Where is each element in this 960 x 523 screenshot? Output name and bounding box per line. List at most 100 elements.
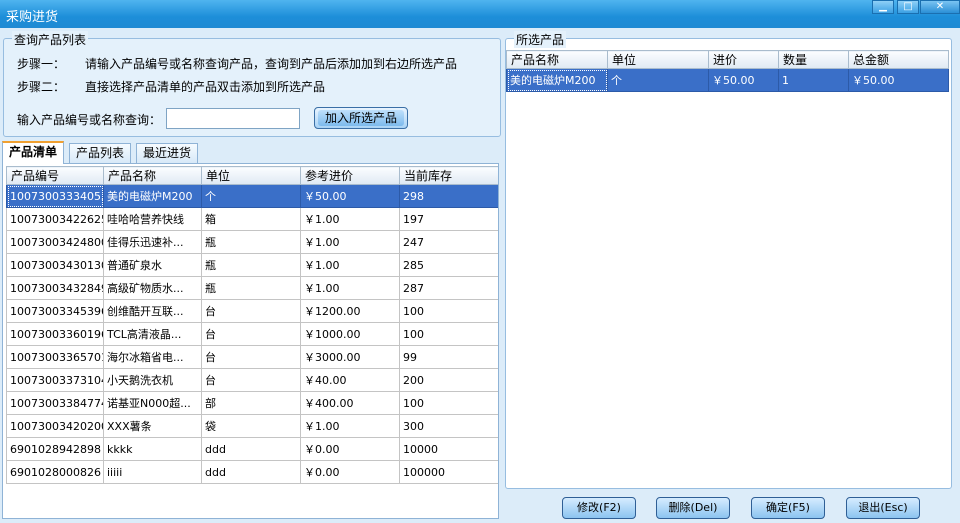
product-row[interactable]: 10073003373104 小天鹅洗衣机台 ￥40.00 200 (6, 368, 498, 392)
close-button[interactable]: ✕ (920, 0, 960, 14)
table-cell[interactable]: 高级矿物质水... (103, 276, 202, 300)
table-cell[interactable]: 创维酷开互联... (103, 299, 202, 323)
table-cell[interactable]: 瓶 (201, 253, 301, 277)
table-cell[interactable]: 100 (399, 299, 498, 323)
table-cell[interactable]: ￥0.00 (300, 437, 400, 461)
table-cell[interactable]: iiiii (103, 460, 202, 484)
product-row[interactable]: 10073003334053 美的电磁炉M200 个 ￥50.00 298 (6, 184, 498, 208)
table-cell[interactable]: 10073003345396 (6, 299, 104, 323)
table-cell[interactable]: ￥400.00 (300, 391, 400, 415)
table-cell[interactable]: 10073003384774 (6, 391, 104, 415)
modify-button[interactable]: 修改(F2) (562, 497, 636, 519)
selected-row[interactable]: 美的电磁炉M200 个 ￥50.00 1 ￥50.00 (506, 68, 949, 92)
confirm-button[interactable]: 确定(F5) (751, 497, 825, 519)
table-cell[interactable]: 瓶 (201, 276, 301, 300)
table-cell[interactable]: 袋 (201, 414, 301, 438)
table-cell[interactable]: 海尔冰箱省电... (103, 345, 202, 369)
tab-product-list[interactable]: 产品列表 (69, 143, 131, 163)
table-cell[interactable]: 6901028942898 (6, 437, 104, 461)
product-row[interactable]: 10073003365701 海尔冰箱省电... 台 ￥3000.00 99 (6, 345, 498, 369)
table-cell[interactable]: ￥50.00 (708, 68, 779, 92)
table-cell[interactable]: 瓶 (201, 230, 301, 254)
table-cell[interactable]: 100 (399, 322, 498, 346)
table-cell[interactable]: kkkk (103, 437, 202, 461)
table-cell[interactable]: ￥1.00 (300, 414, 400, 438)
table-cell[interactable]: ddd (201, 460, 301, 484)
table-cell[interactable]: ￥1.00 (300, 230, 400, 254)
table-cell[interactable]: 台 (201, 322, 301, 346)
sel-col-name[interactable]: 产品名称 (506, 50, 608, 69)
product-row[interactable]: 10073003420200 XXX薯条袋 ￥1.00 300 (6, 414, 498, 438)
maximize-button[interactable]: □ (897, 0, 919, 14)
table-cell[interactable]: 个 (607, 68, 709, 92)
table-cell[interactable]: TCL高清液晶... (103, 322, 202, 346)
sel-col-unit[interactable]: 单位 (607, 50, 709, 69)
table-cell[interactable]: ￥1000.00 (300, 322, 400, 346)
table-cell[interactable]: 200 (399, 368, 498, 392)
table-cell[interactable]: ￥1.00 (300, 253, 400, 277)
table-cell[interactable]: 10073003424800 (6, 230, 104, 254)
product-row[interactable]: 10073003360196 TCL高清液晶... 台 ￥1000.00 100 (6, 322, 498, 346)
col-unit[interactable]: 单位 (201, 166, 301, 185)
table-cell[interactable]: 300 (399, 414, 498, 438)
tab-recent-purchases[interactable]: 最近进货 (136, 143, 198, 163)
table-cell[interactable]: ddd (201, 437, 301, 461)
table-cell[interactable]: 个 (201, 184, 301, 208)
product-row[interactable]: 6901028000826 iiiii ddd ￥0.00 100000 (6, 460, 498, 484)
table-cell[interactable]: 10073003422625 (6, 207, 104, 231)
product-row[interactable]: 10073003424800 佳得乐迅速补... 瓶 ￥1.00 247 (6, 230, 498, 254)
table-cell[interactable]: 99 (399, 345, 498, 369)
table-cell[interactable]: ￥0.00 (300, 460, 400, 484)
table-cell[interactable]: 100000 (399, 460, 498, 484)
table-cell[interactable]: 10073003420200 (6, 414, 104, 438)
table-cell[interactable]: 哇哈哈营养快线 (103, 207, 202, 231)
table-cell[interactable]: 10073003365701 (6, 345, 104, 369)
col-ref-price[interactable]: 参考进价 (300, 166, 400, 185)
table-cell[interactable]: 美的电磁炉M200 (103, 184, 202, 208)
table-cell[interactable]: ￥1200.00 (300, 299, 400, 323)
search-input[interactable] (166, 108, 300, 129)
sel-col-qty[interactable]: 数量 (778, 50, 849, 69)
table-cell[interactable]: 普通矿泉水 (103, 253, 202, 277)
table-cell[interactable]: 6901028000826 (6, 460, 104, 484)
table-cell[interactable]: 10073003432849 (6, 276, 104, 300)
table-cell[interactable]: ￥50.00 (848, 68, 949, 92)
table-cell[interactable]: 298 (399, 184, 498, 208)
add-selected-button[interactable]: 加入所选产品 (314, 107, 408, 129)
table-cell[interactable]: 美的电磁炉M200 (506, 68, 608, 92)
table-cell[interactable]: 10000 (399, 437, 498, 461)
exit-button[interactable]: 退出(Esc) (846, 497, 920, 519)
sel-col-price[interactable]: 进价 (708, 50, 779, 69)
col-product-name[interactable]: 产品名称 (103, 166, 202, 185)
col-stock[interactable]: 当前库存 (399, 166, 498, 185)
tab-product-list-main[interactable]: 产品清单 (2, 141, 64, 164)
table-cell[interactable]: 197 (399, 207, 498, 231)
minimize-button[interactable]: ▁ (872, 0, 894, 14)
table-cell[interactable]: 10073003360196 (6, 322, 104, 346)
table-cell[interactable]: 100 (399, 391, 498, 415)
table-cell[interactable]: 台 (201, 299, 301, 323)
table-cell[interactable]: 10073003430130 (6, 253, 104, 277)
table-cell[interactable]: ￥3000.00 (300, 345, 400, 369)
table-cell[interactable]: ￥1.00 (300, 207, 400, 231)
table-cell[interactable]: 10073003334053 (6, 184, 104, 208)
table-cell[interactable]: 诺基亚N000超... (103, 391, 202, 415)
delete-button[interactable]: 删除(Del) (656, 497, 730, 519)
product-row[interactable]: 10073003384774 诺基亚N000超... 部 ￥400.00 100 (6, 391, 498, 415)
table-cell[interactable]: 台 (201, 345, 301, 369)
product-row[interactable]: 6901028942898 kkkk ddd ￥0.00 10000 (6, 437, 498, 461)
table-cell[interactable]: 部 (201, 391, 301, 415)
table-cell[interactable]: 287 (399, 276, 498, 300)
table-cell[interactable]: ￥50.00 (300, 184, 400, 208)
col-product-code[interactable]: 产品编号 (6, 166, 104, 185)
table-cell[interactable]: ￥1.00 (300, 276, 400, 300)
table-cell[interactable]: 佳得乐迅速补... (103, 230, 202, 254)
sel-col-total[interactable]: 总金额 (848, 50, 949, 69)
table-cell[interactable]: 10073003373104 (6, 368, 104, 392)
product-row[interactable]: 10073003430130 普通矿泉水瓶 ￥1.00 285 (6, 253, 498, 277)
table-cell[interactable]: 台 (201, 368, 301, 392)
table-cell[interactable]: 285 (399, 253, 498, 277)
table-cell[interactable]: ￥40.00 (300, 368, 400, 392)
table-cell[interactable]: XXX薯条 (103, 414, 202, 438)
table-cell[interactable]: 小天鹅洗衣机 (103, 368, 202, 392)
